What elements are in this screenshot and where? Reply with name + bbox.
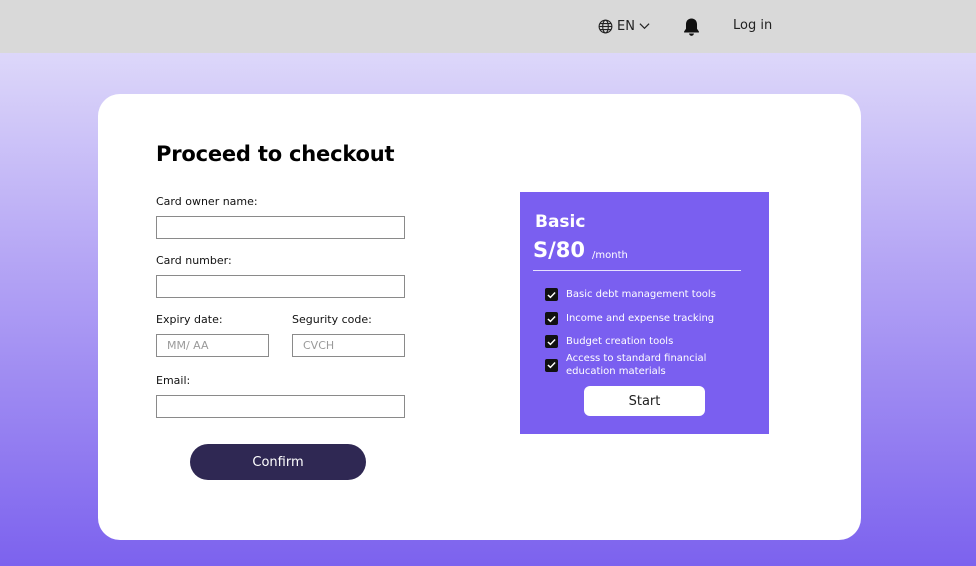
confirm-button[interactable]: Confirm (190, 444, 366, 480)
security-code-label: Segurity code: (292, 313, 372, 326)
expiry-date-input[interactable] (156, 334, 269, 357)
bell-icon[interactable] (682, 17, 701, 37)
plan-feature: Access to standard financial education m… (545, 352, 745, 378)
card-owner-input[interactable] (156, 216, 405, 239)
plan-divider (533, 270, 741, 271)
plan-period: /month (592, 250, 628, 261)
plan-feature-text: Basic debt management tools (566, 289, 716, 300)
plan-card: Basic S/80 /month Basic debt management … (520, 192, 769, 434)
plan-feature: Basic debt management tools (545, 288, 745, 301)
language-selector[interactable]: EN (598, 17, 650, 35)
plan-feature-text: Access to standard financial education m… (566, 353, 707, 377)
card-number-input[interactable] (156, 275, 405, 298)
start-button[interactable]: Start (584, 386, 705, 416)
check-icon (545, 312, 558, 325)
email-input[interactable] (156, 395, 405, 418)
security-code-input[interactable] (292, 334, 405, 357)
checkout-card: Proceed to checkout Card owner name: Car… (98, 94, 861, 540)
check-icon (545, 358, 558, 372)
page-title: Proceed to checkout (156, 142, 395, 166)
top-navigation-bar: EN Log in (0, 0, 976, 53)
plan-name: Basic (535, 212, 586, 232)
plan-price: S/80 (533, 238, 586, 262)
plan-feature-text: Income and expense tracking (566, 313, 715, 324)
login-link[interactable]: Log in (733, 18, 772, 33)
plan-feature: Budget creation tools (545, 335, 745, 348)
plan-feature: Income and expense tracking (545, 312, 745, 325)
check-icon (545, 288, 558, 301)
language-label: EN (617, 18, 635, 34)
check-icon (545, 335, 558, 348)
expiry-date-label: Expiry date: (156, 313, 223, 326)
card-number-label: Card number: (156, 254, 232, 267)
email-label: Email: (156, 374, 191, 387)
chevron-down-icon (639, 22, 650, 30)
card-owner-label: Card owner name: (156, 195, 258, 208)
globe-icon (598, 19, 613, 34)
plan-feature-text: Budget creation tools (566, 336, 674, 347)
